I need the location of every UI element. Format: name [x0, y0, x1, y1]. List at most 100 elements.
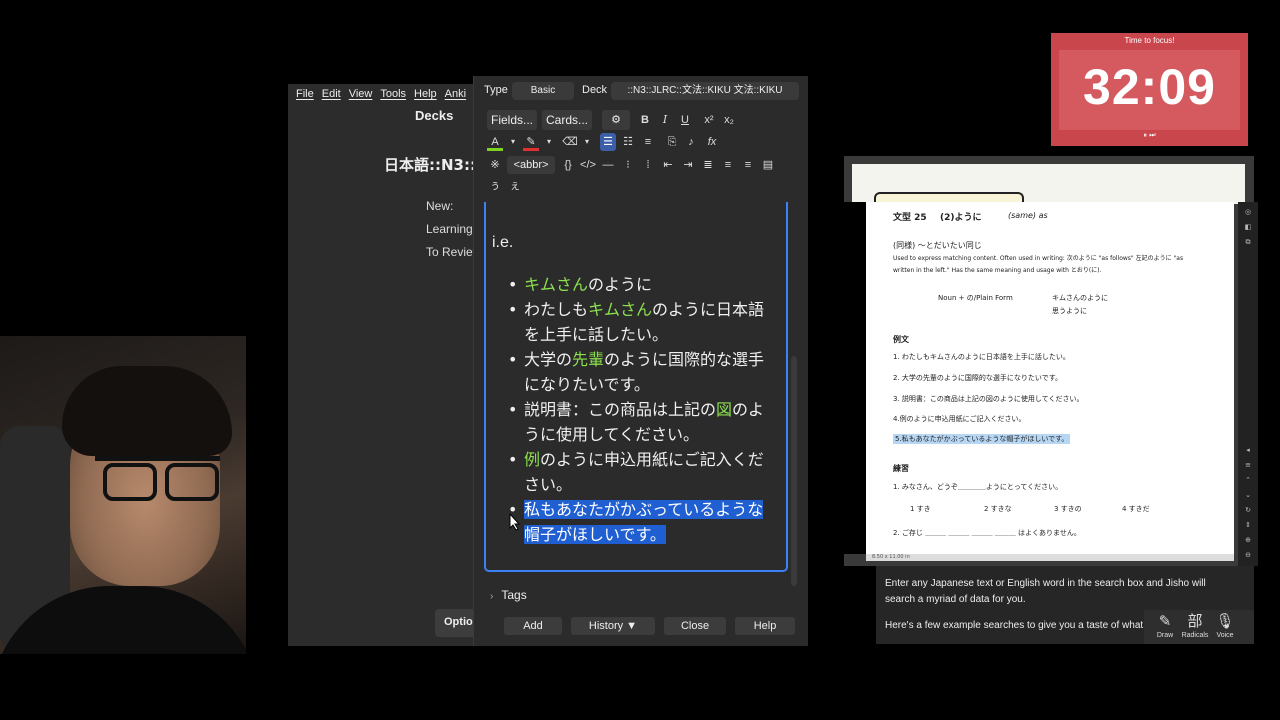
collapse-icon[interactable]: ◂ — [1243, 445, 1253, 455]
voice-tool[interactable]: 🎙 Voice — [1210, 612, 1240, 639]
practice-question-2: 2. ご存じ ＿＿＿ ＿＿＿ ＿＿＿ ＿＿＿ はよくありません。 — [893, 529, 1081, 537]
underline-icon[interactable]: U — [677, 111, 693, 129]
editor-scrollbar[interactable] — [791, 356, 797, 586]
clear-furigana-icon[interactable]: ぇ — [507, 177, 523, 195]
list-item-selected: 私もあなたがかぶっているような帽子がほしいです。 — [508, 497, 778, 547]
function-icon[interactable]: fx — [704, 133, 720, 151]
eraser-icon[interactable]: ⌫ — [562, 133, 578, 151]
example-line-selected: 5.私もあなたがかぶっているような帽子がほしいです。 — [893, 434, 1071, 444]
unordered-list-icon[interactable]: ☰ — [600, 133, 616, 151]
align-icon[interactable]: ≡ — [640, 133, 656, 151]
bold-icon[interactable]: B — [637, 111, 653, 129]
example-line: 3. 説明書：この商品は上記の図のように使用してください。 — [893, 395, 1084, 403]
highlight-icon[interactable]: ✎ — [523, 133, 539, 151]
menu-help[interactable]: Help — [414, 88, 437, 100]
chevron-down-icon[interactable]: ▾ — [541, 133, 557, 151]
example-list: キムさんのように わたしもキムさんのように日本語を上手に話したい。 大学の先輩の… — [508, 272, 778, 547]
justify-icon[interactable]: ▤ — [760, 156, 776, 174]
bookmark-icon[interactable]: ◧ — [1243, 222, 1253, 232]
practice-option: 4 すきだ — [1122, 505, 1150, 513]
add-card-dialog: Type Basic Deck ::N3::JLRC::文法::KIKU 文法:… — [473, 76, 808, 646]
superscript-icon[interactable]: x² — [701, 111, 717, 129]
fit-icon[interactable]: ⇕ — [1243, 520, 1253, 530]
ie-label: i.e. — [492, 234, 514, 251]
italic-icon[interactable]: I — [657, 111, 673, 129]
menu-edit[interactable]: Edit — [322, 88, 341, 100]
heading-meaning: (same) as — [1008, 211, 1048, 220]
ordered-list-icon[interactable]: ☷ — [620, 133, 636, 151]
add-button[interactable]: Add — [504, 617, 562, 635]
form-example-1: キムさんのように — [1052, 294, 1108, 302]
tags-section[interactable]: › Tags — [490, 588, 527, 602]
practice-option: 1 すき — [910, 505, 931, 513]
timer-label: Time to focus! — [1124, 36, 1175, 45]
mouse-cursor-icon — [509, 513, 521, 531]
history-button[interactable]: History ▼ — [571, 617, 655, 635]
subscript-icon[interactable]: x₂ — [721, 111, 737, 129]
zoom-in-icon[interactable]: ⊕ — [1243, 535, 1253, 545]
jisho-input-tools: ✎ Draw 部 Radicals 🎙 Voice — [1144, 610, 1254, 644]
copy-icon[interactable]: ⧉ — [1243, 237, 1253, 247]
back-field-editor[interactable]: i.e. キムさんのように わたしもキムさんのように日本語を上手に話したい。 大… — [484, 202, 788, 572]
menu-anki[interactable]: Anki — [445, 88, 466, 100]
heading-pattern: (2)ように — [940, 213, 982, 223]
settings-gear-icon[interactable]: ⚙ — [602, 110, 630, 130]
microphone-icon[interactable]: ♪ — [683, 133, 699, 151]
focus-timer: Time to focus! 32:09 ⏸ ⏭ — [1051, 33, 1248, 146]
abbr-button[interactable]: <abbr> — [507, 156, 555, 174]
number-list-icon[interactable]: ⁞ — [640, 156, 656, 174]
horizontal-rule-icon[interactable]: — — [600, 156, 616, 174]
attach-icon[interactable]: ⎘ — [664, 133, 680, 151]
list-item: キムさんのように — [508, 272, 778, 297]
description-line-1: Used to express matching content. Often … — [893, 255, 1184, 262]
person-hair — [62, 366, 232, 456]
furigana-icon[interactable]: ぅ — [487, 177, 503, 195]
draw-tool[interactable]: ✎ Draw — [1150, 612, 1180, 639]
form-example-2: 思うように — [1052, 307, 1087, 315]
practice-heading: 練習 — [893, 464, 909, 473]
pdf-status-bar: 8.50 x 11.00 in — [866, 554, 1234, 561]
align-right-icon[interactable]: ≡ — [740, 156, 756, 174]
menu-tools[interactable]: Tools — [380, 88, 406, 100]
align-left-icon[interactable]: ≡ — [720, 156, 736, 174]
align-center-icon[interactable]: ≣ — [700, 156, 716, 174]
practice-option: 3 すきの — [1054, 505, 1082, 513]
radicals-icon: 部 — [1187, 613, 1203, 630]
fields-button[interactable]: Fields... — [487, 110, 537, 130]
timer-time: 32:09 — [1083, 59, 1216, 115]
menu-view[interactable]: View — [349, 88, 373, 100]
pdf-side-toolbar: ◎ ◧ ⧉ ◂ ≡ ⌃ ⌄ ↻ ⇕ ⊕ ⊖ — [1238, 202, 1258, 566]
chevron-right-icon: › — [490, 591, 494, 602]
zoom-out-icon[interactable]: ⊖ — [1243, 550, 1253, 560]
scroll-up-icon[interactable]: ⌃ — [1243, 475, 1253, 485]
outdent-icon[interactable]: ⇤ — [660, 156, 676, 174]
decks-tab[interactable]: Decks — [415, 108, 453, 123]
chevron-down-icon[interactable]: ▾ — [579, 133, 595, 151]
list-item: わたしもキムさんのように日本語を上手に話したい。 — [508, 297, 778, 347]
close-button[interactable]: Close — [664, 617, 726, 635]
deck-select-button[interactable]: ::N3::JLRC::文法::KIKU 文法::KIKU — [611, 82, 799, 100]
code-icon[interactable]: </> — [580, 156, 596, 174]
scroll-down-icon[interactable]: ⌄ — [1243, 490, 1253, 500]
description-line-2: written in the left." Has the same meani… — [893, 267, 1102, 274]
help-button[interactable]: Help — [735, 617, 795, 635]
practice-question-1: 1. みなさん、どうぞ＿＿＿＿ようにとってください。 — [893, 483, 1063, 491]
stat-new: New: — [426, 199, 454, 213]
menu-file[interactable]: File — [296, 88, 314, 100]
practice-option: 2 すきな — [984, 505, 1012, 513]
thumbnail-icon[interactable]: ◎ — [1243, 207, 1253, 217]
text-color-icon[interactable]: A — [487, 133, 503, 151]
note-type-button[interactable]: Basic — [512, 82, 574, 100]
pdf-page: 文型 25 (2)ように (same) as (同様) ～とだいたい同じ Use… — [866, 202, 1234, 554]
indent-icon[interactable]: ⇥ — [680, 156, 696, 174]
braces-icon[interactable]: {} — [560, 156, 576, 174]
rotate-icon[interactable]: ↻ — [1243, 505, 1253, 515]
chevron-down-icon[interactable]: ▾ — [505, 133, 521, 151]
bullet-list-icon[interactable]: ⁝ — [620, 156, 636, 174]
timer-controls[interactable]: ⏸ ⏭ — [1051, 131, 1248, 140]
microphone-icon: 🎙 — [1215, 613, 1235, 630]
pages-icon[interactable]: ≡ — [1243, 460, 1253, 470]
cards-button[interactable]: Cards... — [542, 110, 592, 130]
custom-icon[interactable]: ※ — [487, 156, 503, 174]
radicals-tool[interactable]: 部 Radicals — [1180, 612, 1210, 639]
